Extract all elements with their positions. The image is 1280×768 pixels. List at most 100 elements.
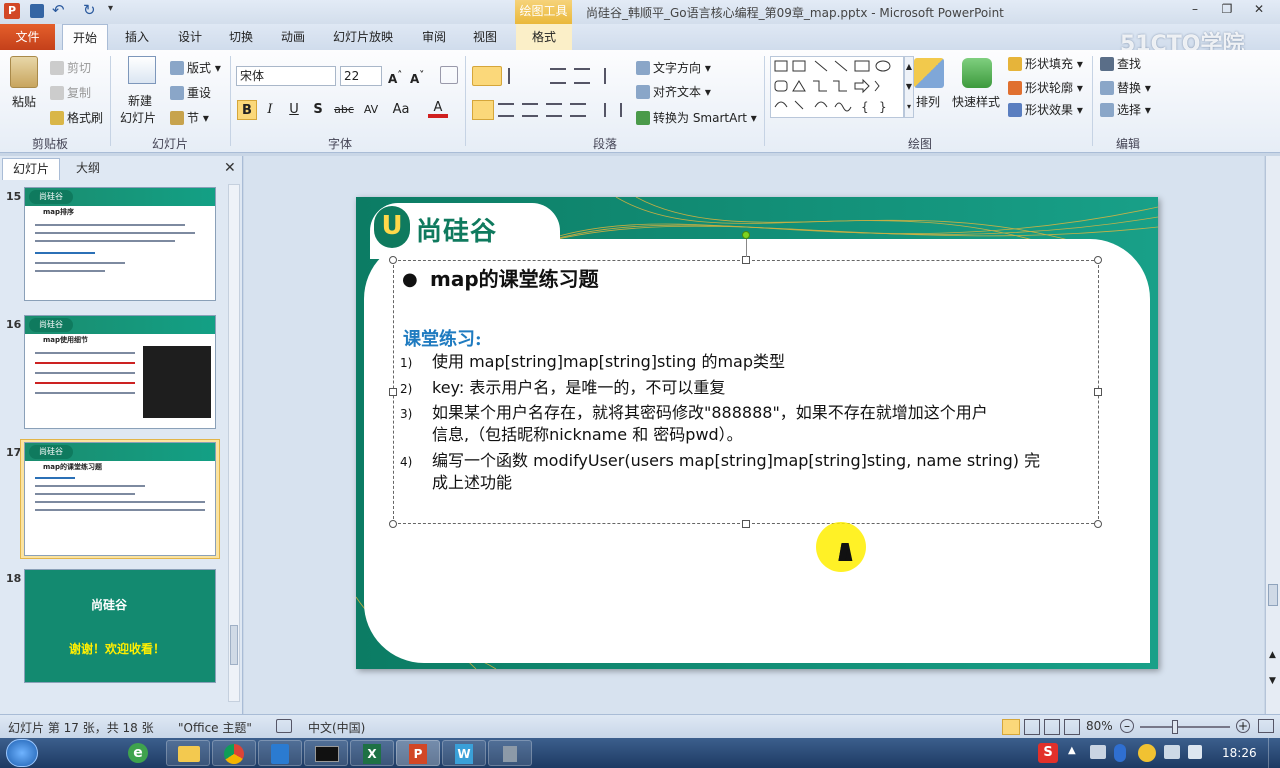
resize-handle[interactable] (1094, 520, 1102, 528)
quick-styles-icon[interactable] (962, 58, 992, 88)
language-status[interactable]: 中文(中国) (308, 719, 365, 736)
resize-handle[interactable] (1094, 388, 1102, 396)
shape-outline-button[interactable]: 形状轮廓 ▾ (1008, 80, 1083, 96)
word-taskbar-button[interactable]: W (442, 740, 486, 766)
tab-animations[interactable]: 动画 (271, 24, 315, 50)
decrease-indent-icon[interactable] (550, 68, 566, 84)
copy-button[interactable]: 复制 (50, 85, 91, 101)
resize-handle[interactable] (389, 256, 397, 264)
replace-button[interactable]: 替换 ▾ (1100, 80, 1151, 96)
powerpoint-taskbar-button[interactable]: P (396, 740, 440, 766)
pane-scrollbar[interactable] (228, 184, 240, 702)
quick-styles-button[interactable]: 快速样式 (952, 94, 1000, 110)
slide[interactable]: U 尚硅谷 ● map的课堂练习题 课堂练习: 1) 使用 map[string]… (356, 197, 1158, 669)
resize-handle[interactable] (1094, 256, 1102, 264)
paste-button[interactable]: 粘贴 (12, 94, 36, 110)
normal-view-icon[interactable] (1002, 719, 1020, 735)
change-case-button[interactable]: Aa (388, 100, 414, 120)
restore-button[interactable]: ❐ (1216, 2, 1238, 20)
bullets-icon[interactable] (472, 66, 502, 86)
text-direction-button[interactable]: 文字方向 ▾ (636, 60, 711, 76)
slide-thumbnail-18[interactable]: 尚硅谷 谢谢！欢迎收看！ (24, 569, 216, 683)
fit-to-window-icon[interactable] (1258, 719, 1274, 733)
proofing-icon[interactable] (276, 719, 292, 733)
layout-button[interactable]: 版式 ▾ (170, 60, 221, 76)
slide-sorter-icon[interactable] (1024, 719, 1040, 735)
network-icon[interactable] (1164, 745, 1180, 759)
distributed-icon[interactable] (570, 103, 586, 117)
close-pane-icon[interactable]: ✕ (224, 160, 236, 176)
clear-format-icon[interactable] (440, 66, 458, 84)
customize-qat-icon[interactable]: ▾ (108, 3, 113, 14)
shapes-gallery-scroll[interactable]: ▲ ▼ ▾ (904, 56, 914, 118)
clock[interactable]: 18:26 (1222, 746, 1257, 760)
arrange-button[interactable]: 排列 (916, 94, 940, 110)
shapes-gallery[interactable]: {} (770, 56, 904, 118)
justify-icon[interactable] (546, 103, 562, 117)
vscode-taskbar-button[interactable] (258, 740, 302, 766)
new-slide-button-line1[interactable]: 新建 (128, 93, 152, 109)
format-painter-button[interactable]: 格式刷 (50, 110, 103, 126)
ime-icon[interactable]: S (1038, 743, 1058, 763)
smartart-button[interactable]: 转换为 SmartArt ▾ (636, 110, 757, 126)
grow-font-icon[interactable]: A˄ (388, 68, 402, 87)
align-left-icon[interactable] (472, 100, 494, 120)
tab-outline[interactable]: 大纲 (62, 158, 114, 180)
redo-icon[interactable]: ↻ (83, 1, 96, 19)
chrome-taskbar-button[interactable] (212, 740, 256, 766)
slide-thumbnail-15[interactable]: 尚硅谷 map排序 (24, 187, 216, 301)
undo-icon[interactable]: ↶ (52, 1, 65, 19)
shape-effects-button[interactable]: 形状效果 ▾ (1008, 102, 1083, 118)
arrange-icon[interactable] (914, 58, 944, 88)
shrink-font-icon[interactable]: A˅ (410, 68, 424, 87)
tray-icon[interactable] (1090, 745, 1106, 759)
zoom-out-icon[interactable]: – (1120, 719, 1134, 733)
font-name-select[interactable]: 宋体 (236, 66, 336, 86)
bluetooth-icon[interactable] (1114, 744, 1126, 762)
tray-expand-icon[interactable]: ▲ (1068, 745, 1076, 756)
tool-taskbar-button[interactable] (488, 740, 532, 766)
align-right-icon[interactable] (522, 103, 538, 117)
shadow-button[interactable]: S (308, 100, 328, 120)
tray-icon[interactable] (1138, 744, 1156, 762)
select-button[interactable]: 选择 ▾ (1100, 102, 1151, 118)
show-desktop-button[interactable] (1268, 738, 1280, 768)
increase-indent-icon[interactable] (574, 68, 590, 84)
cmd-taskbar-button[interactable] (304, 740, 348, 766)
tab-format[interactable]: 格式 (516, 24, 572, 50)
font-size-select[interactable]: 22 (340, 66, 382, 86)
tab-file[interactable]: 文件 (0, 24, 55, 50)
tab-slideshow[interactable]: 幻灯片放映 (325, 24, 401, 50)
start-button[interactable] (6, 739, 38, 767)
tab-design[interactable]: 设计 (168, 24, 212, 50)
resize-handle[interactable] (389, 520, 397, 528)
line-spacing-icon[interactable] (604, 68, 624, 84)
tab-transitions[interactable]: 切换 (219, 24, 263, 50)
align-text-button[interactable]: 对齐文本 ▾ (636, 84, 711, 100)
new-slide-icon[interactable] (128, 56, 156, 84)
character-spacing-button[interactable]: AV (358, 100, 384, 120)
minimize-button[interactable]: – (1184, 2, 1206, 20)
excel-taskbar-button[interactable]: X (350, 740, 394, 766)
find-button[interactable]: 查找 (1100, 56, 1141, 72)
explorer-taskbar-button[interactable] (166, 740, 210, 766)
underline-button[interactable]: U (284, 100, 304, 120)
font-color-button[interactable]: A (428, 98, 448, 118)
columns-icon[interactable] (604, 103, 622, 117)
bold-button[interactable]: B (237, 100, 257, 120)
section-button[interactable]: 节 ▾ (170, 110, 209, 126)
rotate-handle[interactable] (742, 231, 750, 239)
cut-button[interactable]: 剪切 (50, 60, 91, 76)
zoom-level[interactable]: 80% (1086, 719, 1113, 733)
next-slide-icon[interactable]: ▼ (1269, 676, 1276, 686)
zoom-in-icon[interactable]: + (1236, 719, 1250, 733)
theme-status[interactable]: "Office 主题" (178, 719, 252, 736)
paste-icon[interactable] (10, 56, 38, 88)
shape-fill-button[interactable]: 形状填充 ▾ (1008, 56, 1083, 72)
pane-scroll-thumb[interactable] (230, 625, 238, 665)
new-slide-button-line2[interactable]: 幻灯片 (120, 110, 156, 126)
prev-slide-icon[interactable]: ▲ (1269, 650, 1276, 660)
reset-button[interactable]: 重设 (170, 85, 211, 101)
reading-view-icon[interactable] (1044, 719, 1060, 735)
zoom-slider-thumb[interactable] (1172, 720, 1178, 734)
